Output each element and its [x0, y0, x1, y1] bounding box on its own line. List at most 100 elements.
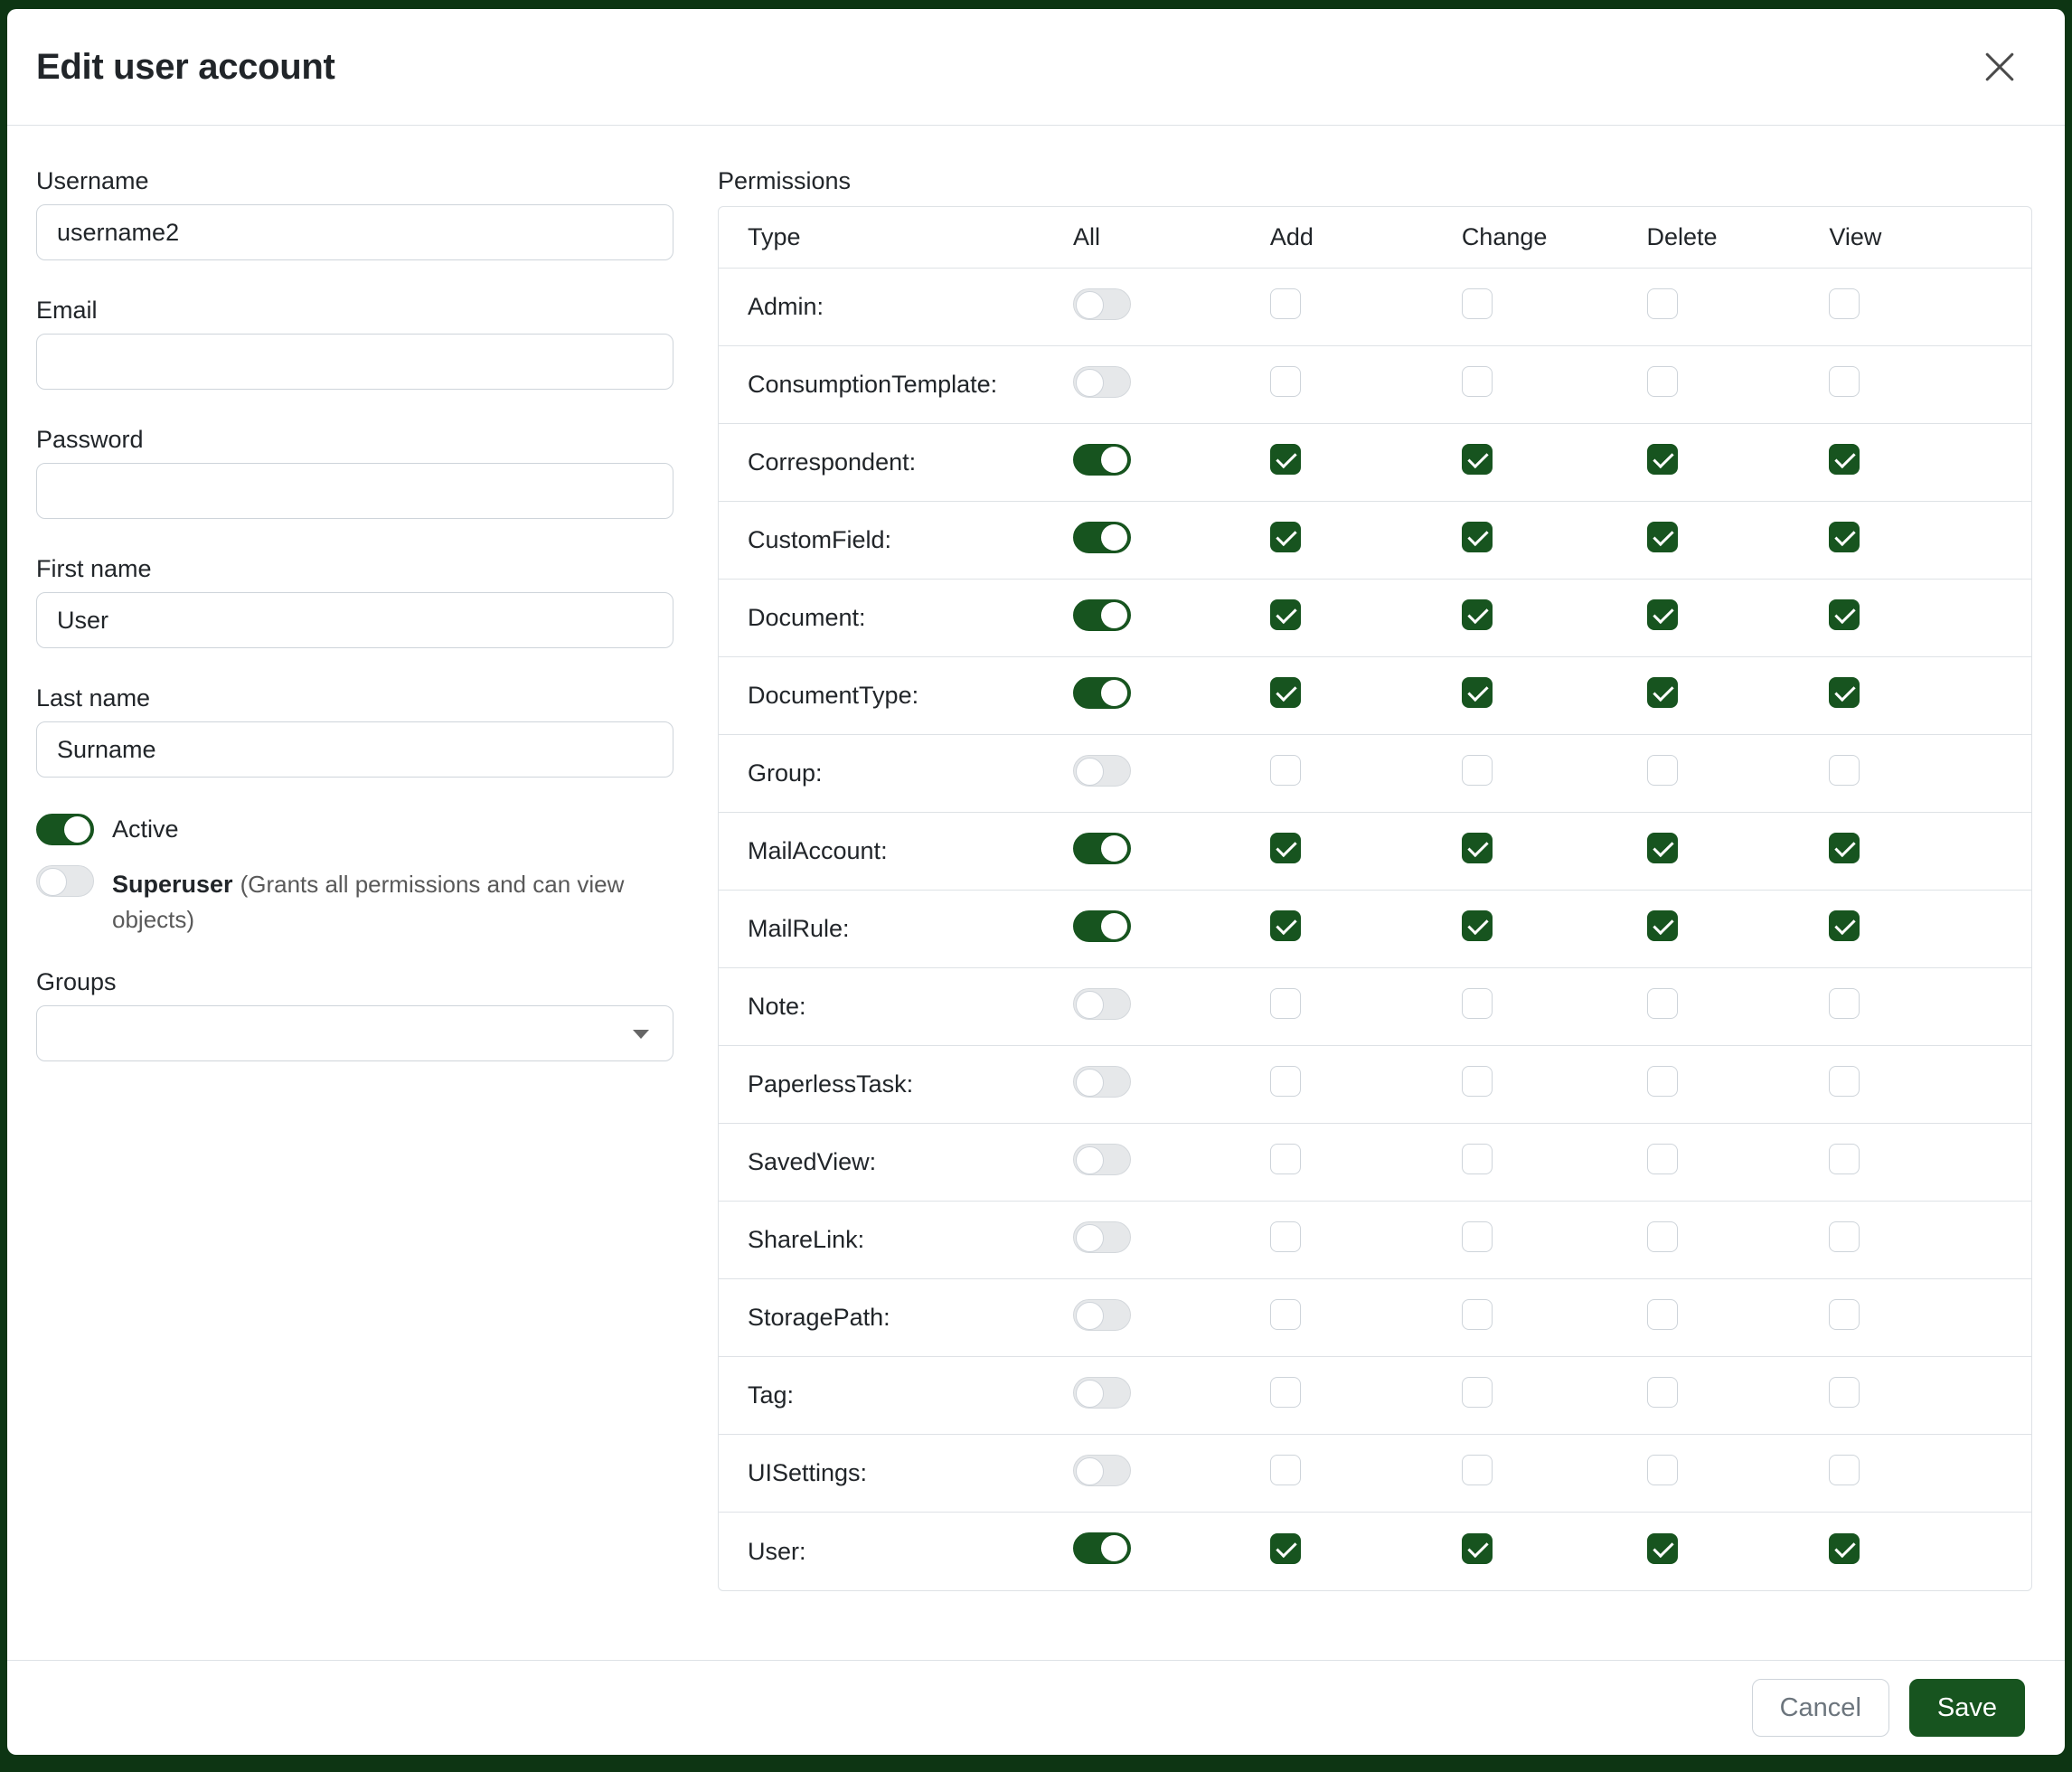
permission-add-checkbox[interactable]: [1270, 755, 1301, 786]
permission-change-checkbox[interactable]: [1462, 1533, 1493, 1564]
permissions-table-header: Type All Add Change Delete View: [719, 207, 2031, 269]
permission-view-checkbox[interactable]: [1829, 366, 1860, 397]
permission-delete-checkbox[interactable]: [1647, 522, 1678, 552]
permission-add-checkbox[interactable]: [1270, 910, 1301, 941]
permission-add-checkbox[interactable]: [1270, 1066, 1301, 1097]
permission-delete-checkbox[interactable]: [1647, 988, 1678, 1019]
permission-change-checkbox[interactable]: [1462, 1299, 1493, 1330]
permission-change-checkbox[interactable]: [1462, 833, 1493, 863]
permission-add-checkbox[interactable]: [1270, 1221, 1301, 1252]
permission-all-toggle[interactable]: [1073, 755, 1131, 787]
permission-all-toggle[interactable]: [1073, 288, 1131, 320]
active-toggle[interactable]: [36, 814, 94, 845]
permission-view-checkbox[interactable]: [1829, 288, 1860, 319]
permission-view-checkbox[interactable]: [1829, 1533, 1860, 1564]
permission-view-checkbox[interactable]: [1829, 444, 1860, 475]
permission-all-toggle[interactable]: [1073, 599, 1131, 631]
permission-add-checkbox[interactable]: [1270, 833, 1301, 863]
permission-delete-checkbox[interactable]: [1647, 677, 1678, 708]
permission-change-checkbox[interactable]: [1462, 677, 1493, 708]
permission-add-checkbox[interactable]: [1270, 288, 1301, 319]
close-button[interactable]: [1974, 42, 2025, 92]
permission-view-checkbox[interactable]: [1829, 1066, 1860, 1097]
permission-delete-checkbox[interactable]: [1647, 1533, 1678, 1564]
permission-all-toggle[interactable]: [1073, 910, 1131, 942]
permission-delete-checkbox[interactable]: [1647, 1066, 1678, 1097]
permission-all-toggle[interactable]: [1073, 366, 1131, 398]
permission-view-checkbox[interactable]: [1829, 677, 1860, 708]
permission-change-checkbox[interactable]: [1462, 444, 1493, 475]
permission-view-checkbox[interactable]: [1829, 1144, 1860, 1174]
permission-view-checkbox[interactable]: [1829, 1221, 1860, 1252]
permission-delete-checkbox[interactable]: [1647, 1299, 1678, 1330]
permission-delete-checkbox[interactable]: [1647, 288, 1678, 319]
permission-change-checkbox[interactable]: [1462, 910, 1493, 941]
permission-add-checkbox[interactable]: [1270, 988, 1301, 1019]
permission-add-checkbox[interactable]: [1270, 1299, 1301, 1330]
permission-view-checkbox[interactable]: [1829, 988, 1860, 1019]
permission-delete-checkbox[interactable]: [1647, 755, 1678, 786]
permission-all-toggle[interactable]: [1073, 522, 1131, 553]
permission-change-checkbox[interactable]: [1462, 1377, 1493, 1408]
permission-all-toggle[interactable]: [1073, 1221, 1131, 1253]
permission-all-toggle[interactable]: [1073, 1377, 1131, 1409]
permission-change-checkbox[interactable]: [1462, 1144, 1493, 1174]
permission-all-toggle[interactable]: [1073, 1532, 1131, 1564]
permission-all-toggle[interactable]: [1073, 444, 1131, 476]
permission-add-checkbox[interactable]: [1270, 1144, 1301, 1174]
permission-view-checkbox[interactable]: [1829, 833, 1860, 863]
permission-view-checkbox[interactable]: [1829, 910, 1860, 941]
permission-delete-checkbox[interactable]: [1647, 1221, 1678, 1252]
permission-all-toggle[interactable]: [1073, 1299, 1131, 1331]
last-name-input[interactable]: [36, 721, 673, 778]
permission-view-checkbox[interactable]: [1829, 1455, 1860, 1485]
permission-change-checkbox[interactable]: [1462, 1455, 1493, 1485]
permission-add-checkbox[interactable]: [1270, 677, 1301, 708]
permission-delete-checkbox[interactable]: [1647, 910, 1678, 941]
permission-add-checkbox[interactable]: [1270, 1377, 1301, 1408]
permission-change-checkbox[interactable]: [1462, 366, 1493, 397]
permission-add-checkbox[interactable]: [1270, 522, 1301, 552]
permission-all-toggle[interactable]: [1073, 1066, 1131, 1098]
permission-add-checkbox[interactable]: [1270, 444, 1301, 475]
username-input[interactable]: [36, 204, 673, 260]
permission-change-checkbox[interactable]: [1462, 599, 1493, 630]
permission-change-checkbox[interactable]: [1462, 1221, 1493, 1252]
cancel-button[interactable]: Cancel: [1752, 1679, 1889, 1737]
permission-delete-checkbox[interactable]: [1647, 1377, 1678, 1408]
permission-delete-checkbox[interactable]: [1647, 599, 1678, 630]
permission-delete-checkbox[interactable]: [1647, 1144, 1678, 1174]
permission-view-checkbox[interactable]: [1829, 1377, 1860, 1408]
permission-change-checkbox[interactable]: [1462, 522, 1493, 552]
permission-row: Tag:: [719, 1357, 2031, 1435]
permission-view-checkbox[interactable]: [1829, 1299, 1860, 1330]
permission-change-checkbox[interactable]: [1462, 755, 1493, 786]
permission-change-checkbox[interactable]: [1462, 288, 1493, 319]
groups-select[interactable]: [36, 1005, 673, 1061]
permission-view-checkbox[interactable]: [1829, 599, 1860, 630]
permission-view-checkbox[interactable]: [1829, 522, 1860, 552]
permission-delete-checkbox[interactable]: [1647, 444, 1678, 475]
permission-all-toggle[interactable]: [1073, 833, 1131, 864]
permission-all-toggle[interactable]: [1073, 988, 1131, 1020]
modal-footer: Cancel Save: [7, 1660, 2065, 1755]
permission-add-checkbox[interactable]: [1270, 1455, 1301, 1485]
superuser-toggle[interactable]: [36, 865, 94, 897]
permission-add-checkbox[interactable]: [1270, 366, 1301, 397]
password-input[interactable]: [36, 463, 673, 519]
permission-delete-checkbox[interactable]: [1647, 833, 1678, 863]
permission-type-label: ConsumptionTemplate:: [719, 371, 1073, 399]
permission-delete-checkbox[interactable]: [1647, 1455, 1678, 1485]
save-button[interactable]: Save: [1909, 1679, 2025, 1737]
permission-change-checkbox[interactable]: [1462, 1066, 1493, 1097]
permission-add-checkbox[interactable]: [1270, 599, 1301, 630]
first-name-input[interactable]: [36, 592, 673, 648]
permission-view-checkbox[interactable]: [1829, 755, 1860, 786]
permission-all-toggle[interactable]: [1073, 1455, 1131, 1486]
email-input[interactable]: [36, 334, 673, 390]
permission-add-checkbox[interactable]: [1270, 1533, 1301, 1564]
permission-delete-checkbox[interactable]: [1647, 366, 1678, 397]
permission-all-toggle[interactable]: [1073, 677, 1131, 709]
permission-change-checkbox[interactable]: [1462, 988, 1493, 1019]
permission-all-toggle[interactable]: [1073, 1144, 1131, 1175]
